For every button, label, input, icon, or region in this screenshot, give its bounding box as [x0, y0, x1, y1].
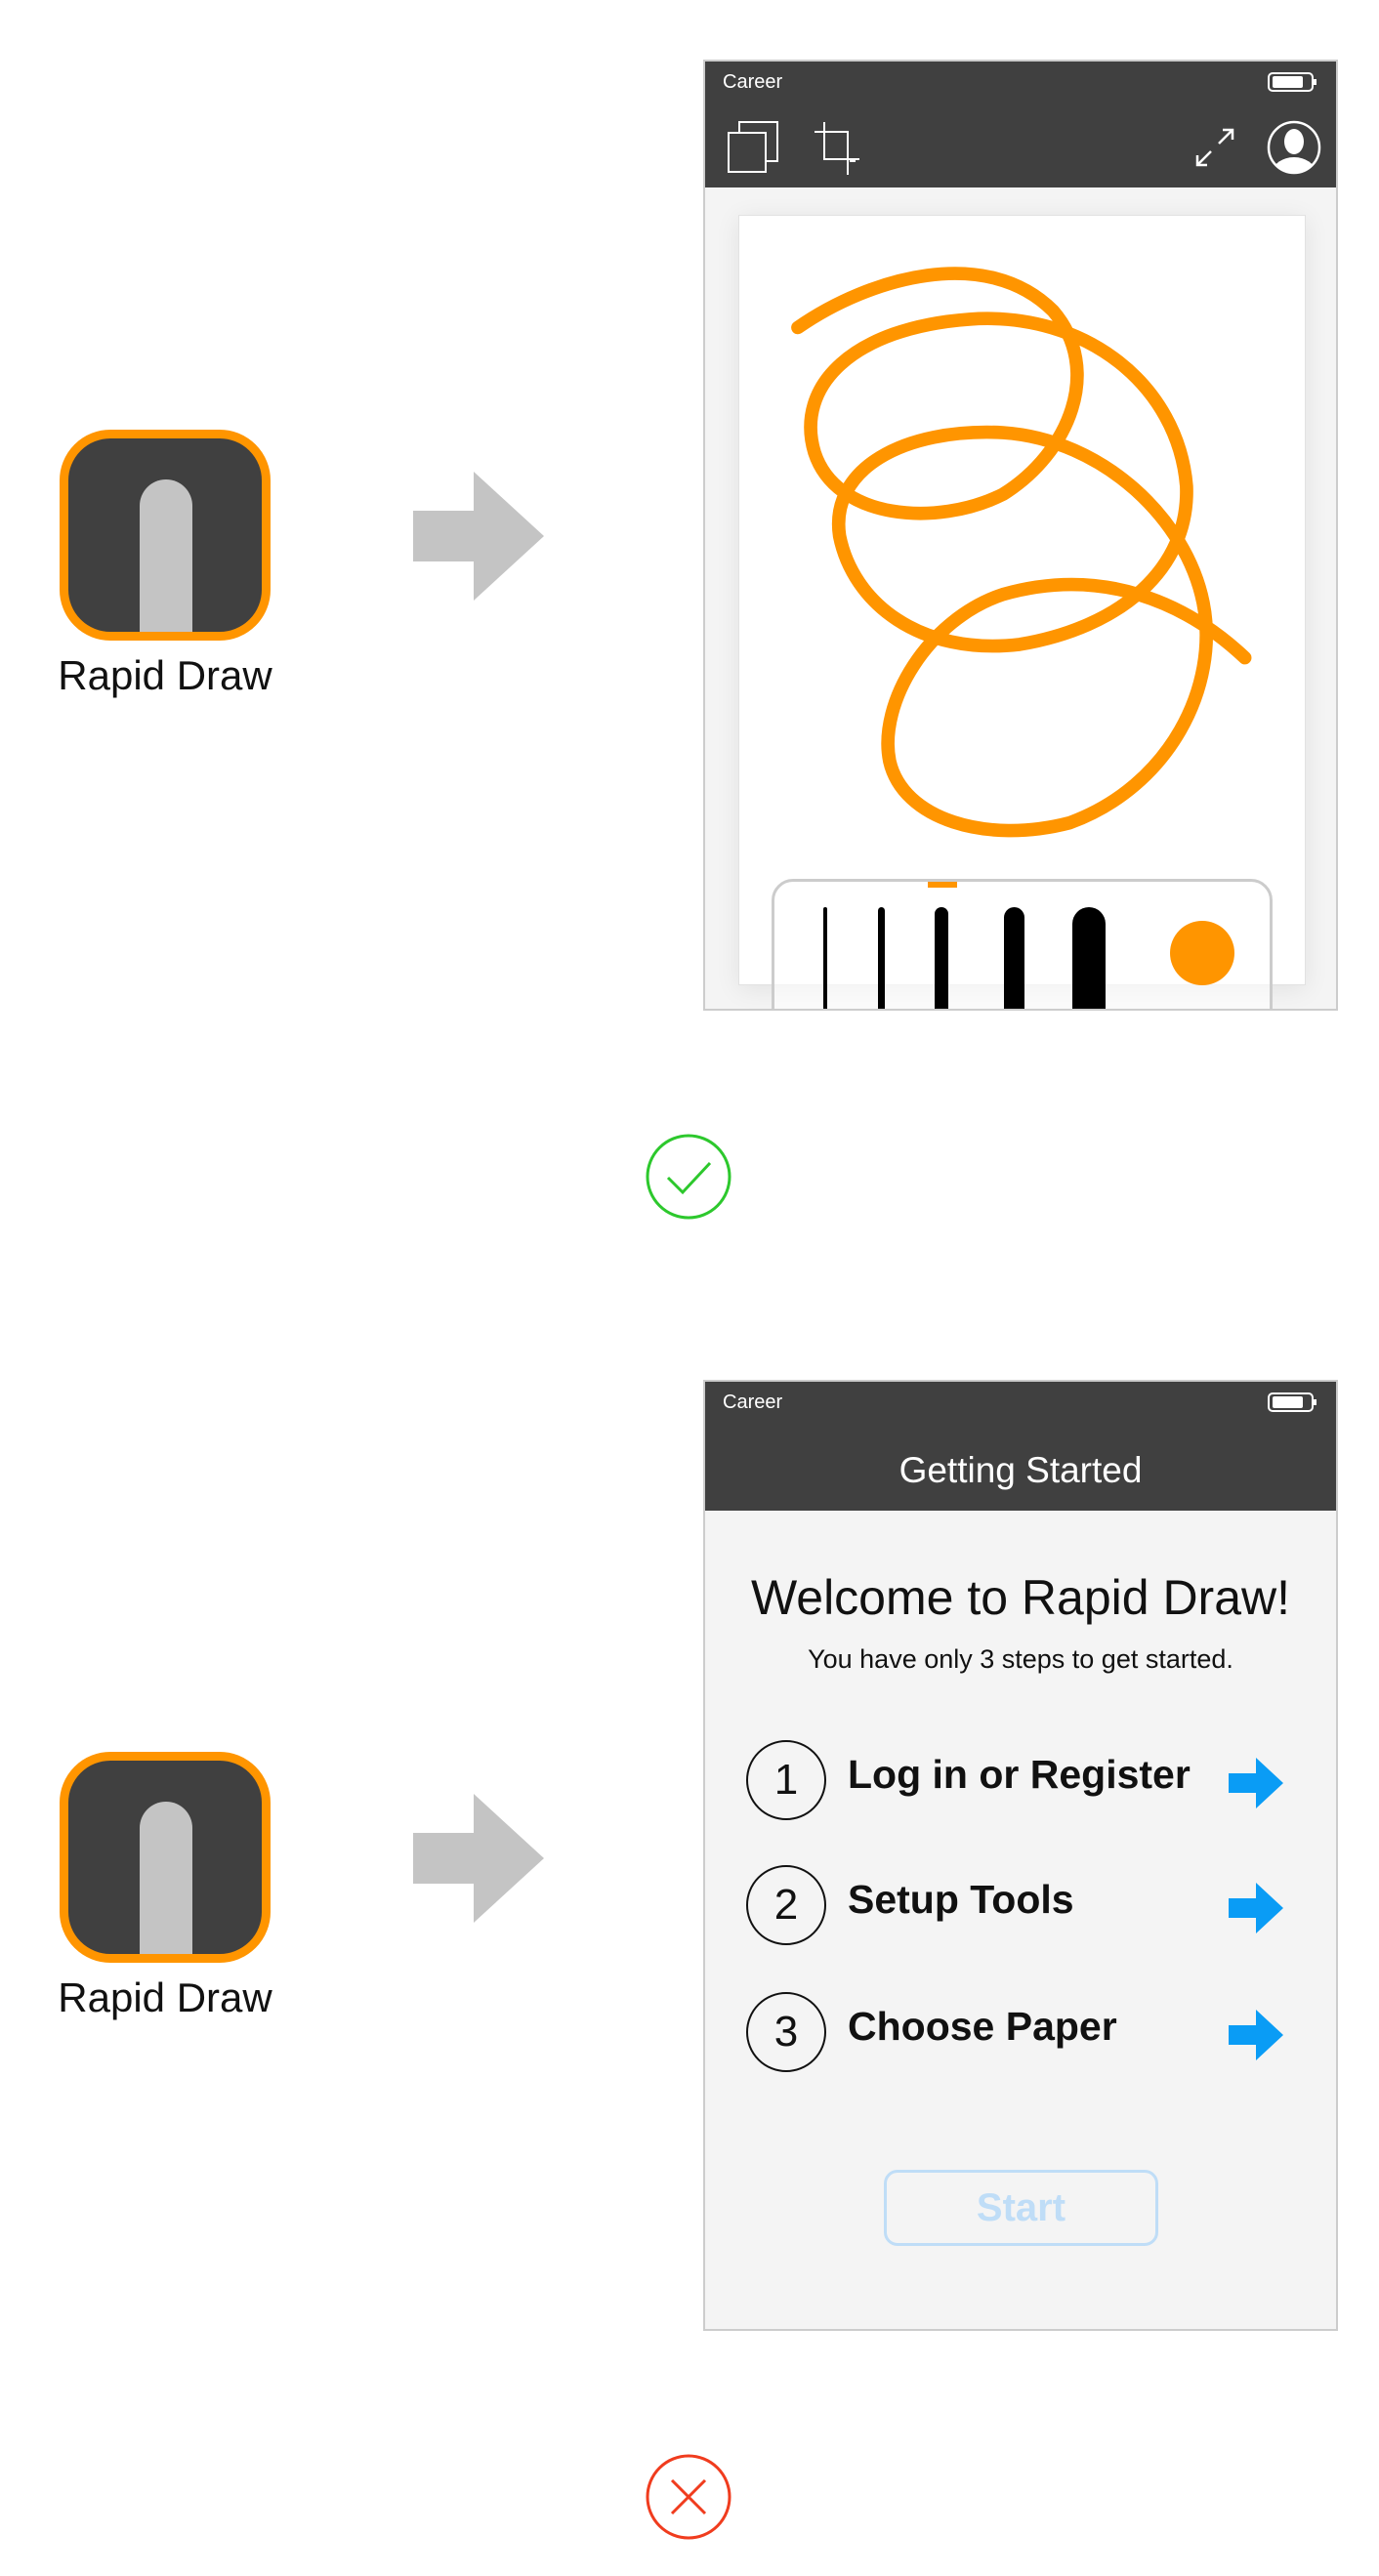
brush-size-1[interactable]: [823, 907, 827, 1009]
step-label: Setup Tools: [848, 1877, 1074, 1922]
color-picker[interactable]: [1170, 921, 1234, 985]
brush-size-4[interactable]: [1004, 907, 1024, 1009]
app-icon[interactable]: [60, 1752, 271, 1963]
x-circle-icon: [646, 2454, 731, 2540]
selected-indicator: [928, 882, 957, 888]
scribble-stroke: [791, 267, 1252, 838]
profile-icon[interactable]: [1267, 120, 1321, 175]
step-number: 3: [746, 1992, 826, 2072]
expand-icon[interactable]: [1193, 126, 1236, 169]
getting-started-screen: Career Getting Started Welcome to Rapid …: [703, 1380, 1338, 2331]
brush-size-3[interactable]: [935, 907, 948, 1009]
battery-icon: [1268, 1392, 1316, 1412]
start-button[interactable]: Start: [884, 2170, 1158, 2246]
page-title: Getting Started: [898, 1450, 1143, 1490]
welcome-subtitle: You have only 3 steps to get started.: [808, 1644, 1233, 1674]
app-label: Rapid Draw: [58, 1974, 272, 2020]
brush-size-2[interactable]: [878, 907, 885, 1009]
crop-icon[interactable]: [815, 120, 869, 175]
arrow-right-icon[interactable]: [1229, 1883, 1285, 1933]
check-circle-icon: [646, 1134, 731, 1220]
toolbar: Career: [705, 62, 1336, 187]
welcome-title: Welcome to Rapid Draw!: [750, 1570, 1291, 1625]
drawing-screen: Career: [703, 60, 1338, 1011]
step-choose-paper[interactable]: 3 Choose Paper: [705, 1992, 1336, 2072]
step-login[interactable]: 1 Log in or Register: [705, 1740, 1336, 1820]
step-label: Choose Paper: [848, 2004, 1117, 2049]
flow-arrow-icon: [413, 472, 544, 601]
brush-tray: [772, 879, 1273, 1009]
nav-bar: Career Getting Started: [705, 1382, 1336, 1511]
step-setup-tools[interactable]: 2 Setup Tools: [705, 1865, 1336, 1945]
step-number: 2: [746, 1865, 826, 1945]
drawing-canvas[interactable]: [738, 215, 1306, 985]
battery-icon: [1268, 72, 1316, 92]
pen-glyph: [140, 479, 192, 632]
app-label: Rapid Draw: [58, 652, 272, 698]
carrier-label: Career: [723, 71, 783, 93]
arrow-right-icon[interactable]: [1229, 1758, 1285, 1808]
app-icon[interactable]: [60, 430, 271, 641]
brush-size-5[interactable]: [1072, 907, 1106, 1009]
flow-arrow-icon: [413, 1794, 544, 1923]
copy-pages-icon[interactable]: [727, 120, 781, 175]
step-number: 1: [746, 1740, 826, 1820]
carrier-label: Career: [723, 1392, 783, 1413]
step-label: Log in or Register: [848, 1752, 1191, 1797]
arrow-right-icon[interactable]: [1229, 2010, 1285, 2060]
pen-glyph: [140, 1802, 192, 1954]
